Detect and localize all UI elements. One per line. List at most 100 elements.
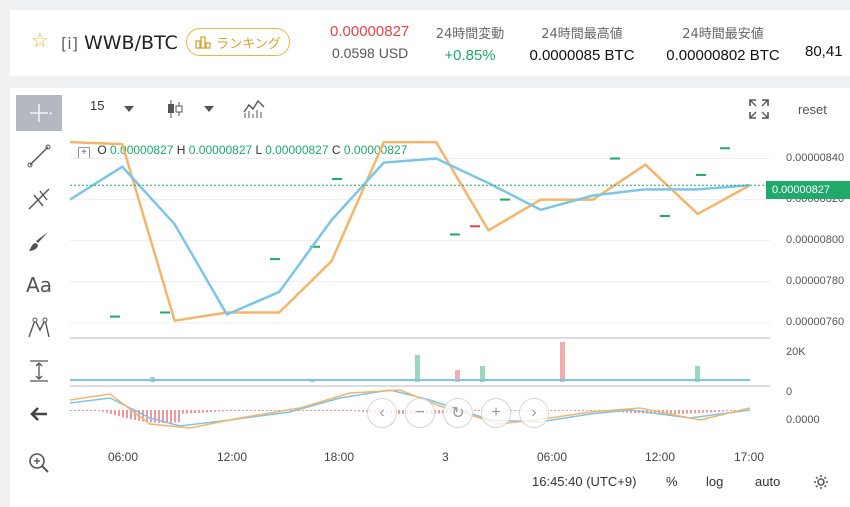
macd-bar bbox=[514, 410, 516, 411]
measure-tool[interactable] bbox=[16, 353, 62, 389]
macd-bar bbox=[346, 410, 348, 411]
price-btc: 0.00000827 bbox=[330, 23, 410, 40]
chart-type-chevron-down-icon[interactable] bbox=[204, 106, 214, 112]
high-value: 0.0000085 BTC bbox=[529, 47, 635, 64]
macd-axis-zero: 0.0000 bbox=[786, 414, 820, 426]
trendline-icon bbox=[27, 144, 51, 168]
crosshair-tool[interactable] bbox=[16, 95, 62, 131]
pair-tag: [i] bbox=[61, 34, 78, 53]
zoom-tool[interactable] bbox=[16, 445, 62, 481]
stat-high: 24時間最高値 0.0000085 BTC bbox=[522, 23, 642, 64]
ticker-header: ☆ [i] WWB/BTC ランキング 0.00000827 0.0598 US… bbox=[10, 10, 850, 76]
macd-bar bbox=[722, 410, 724, 412]
volume-value: 80,41 bbox=[805, 43, 843, 60]
macd-bar bbox=[714, 410, 716, 413]
scroll-right-button[interactable]: › bbox=[519, 398, 549, 428]
pitchfork-tool[interactable] bbox=[16, 181, 62, 217]
price-tick: 0.00000780 bbox=[786, 274, 845, 287]
macd-bar bbox=[178, 410, 180, 423]
macd-bar bbox=[562, 410, 564, 411]
ranking-icon bbox=[195, 36, 211, 49]
indicators-icon[interactable] bbox=[242, 98, 266, 120]
candle-tick bbox=[160, 311, 170, 314]
macd-bar bbox=[118, 410, 120, 417]
ranking-button[interactable]: ランキング bbox=[186, 28, 290, 56]
macd-bar bbox=[314, 410, 316, 411]
macd-bar bbox=[238, 410, 240, 411]
macd-bar bbox=[234, 410, 236, 411]
text-tool[interactable]: Aa bbox=[16, 267, 62, 303]
macd-bar bbox=[206, 410, 208, 413]
favorite-star-icon[interactable]: ☆ bbox=[31, 31, 51, 51]
candle-tick bbox=[450, 233, 460, 236]
macd-bar bbox=[90, 410, 92, 411]
interval-select[interactable]: 15 bbox=[90, 98, 104, 113]
macd-bar bbox=[478, 410, 480, 411]
back-tool[interactable] bbox=[16, 396, 62, 432]
candlestick-icon[interactable] bbox=[166, 98, 184, 120]
zoom-out-button[interactable]: − bbox=[405, 398, 435, 428]
macd-bar bbox=[730, 410, 732, 411]
pattern-tool[interactable] bbox=[16, 310, 62, 346]
macd-bar bbox=[218, 410, 220, 412]
trendline-tool[interactable] bbox=[16, 138, 62, 174]
macd-bar bbox=[718, 410, 720, 412]
macd-bar bbox=[114, 410, 116, 416]
macd-bar bbox=[150, 410, 152, 423]
volume-bar bbox=[415, 355, 420, 382]
pitchfork-icon bbox=[28, 188, 50, 210]
macd-bar bbox=[274, 410, 276, 411]
macd-bar bbox=[154, 410, 156, 423]
macd-bar bbox=[306, 410, 308, 411]
high-label: 24時間最高値 bbox=[541, 27, 623, 42]
gear-icon[interactable] bbox=[813, 474, 829, 490]
macd-bar bbox=[174, 410, 176, 423]
time-tick: 12:00 bbox=[645, 450, 676, 464]
macd-bar bbox=[310, 410, 312, 411]
brush-tool[interactable] bbox=[16, 224, 62, 260]
zoom-in-button[interactable]: + bbox=[481, 398, 511, 428]
zoom-in-icon bbox=[29, 453, 49, 473]
macd-bar bbox=[302, 410, 304, 411]
macd-bar bbox=[190, 410, 192, 414]
macd-bar bbox=[126, 410, 128, 419]
fullscreen-icon[interactable] bbox=[748, 98, 770, 120]
change-value: +0.85% bbox=[444, 47, 496, 64]
drawing-toolbar: Aa bbox=[10, 88, 62, 473]
macd-bar bbox=[330, 410, 332, 411]
macd-bar bbox=[474, 410, 476, 412]
macd-bar bbox=[242, 410, 244, 411]
macd-bar bbox=[250, 410, 252, 411]
time-tick: 06:00 bbox=[537, 450, 568, 464]
percent-toggle[interactable]: % bbox=[666, 474, 678, 489]
macd-bar bbox=[566, 410, 568, 411]
macd-bar bbox=[402, 410, 404, 414]
macd-bar bbox=[578, 410, 580, 411]
macd-bar bbox=[690, 410, 692, 414]
price-tick: 0.00000760 bbox=[786, 315, 845, 328]
ranking-label: ランキング bbox=[216, 36, 281, 52]
macd-bar bbox=[166, 410, 168, 423]
macd-bar bbox=[338, 410, 340, 411]
time-tick: 06:00 bbox=[108, 450, 139, 464]
macd-bar bbox=[182, 410, 184, 414]
reset-view-button[interactable]: ↻ bbox=[443, 398, 473, 428]
macd-bar bbox=[106, 410, 108, 413]
text-icon: Aa bbox=[26, 273, 52, 297]
reset-button[interactable]: reset bbox=[798, 102, 827, 117]
interval-chevron-down-icon[interactable] bbox=[124, 106, 134, 112]
macd-bar bbox=[354, 410, 356, 412]
macd-bar bbox=[350, 410, 352, 411]
candle-tick bbox=[696, 173, 706, 176]
log-toggle[interactable]: log bbox=[706, 474, 723, 489]
macd-bar bbox=[706, 410, 708, 413]
candle-tick bbox=[660, 215, 670, 217]
macd-bar bbox=[230, 410, 232, 411]
scroll-left-button[interactable]: ‹ bbox=[367, 398, 397, 428]
pair-name: WWB/BTC bbox=[83, 32, 178, 54]
macd-bar bbox=[334, 410, 336, 411]
interval-value: 15 bbox=[90, 98, 105, 113]
macd-bar bbox=[202, 410, 204, 413]
volume-axis-zero: 0 bbox=[786, 386, 793, 398]
auto-toggle[interactable]: auto bbox=[755, 474, 780, 489]
